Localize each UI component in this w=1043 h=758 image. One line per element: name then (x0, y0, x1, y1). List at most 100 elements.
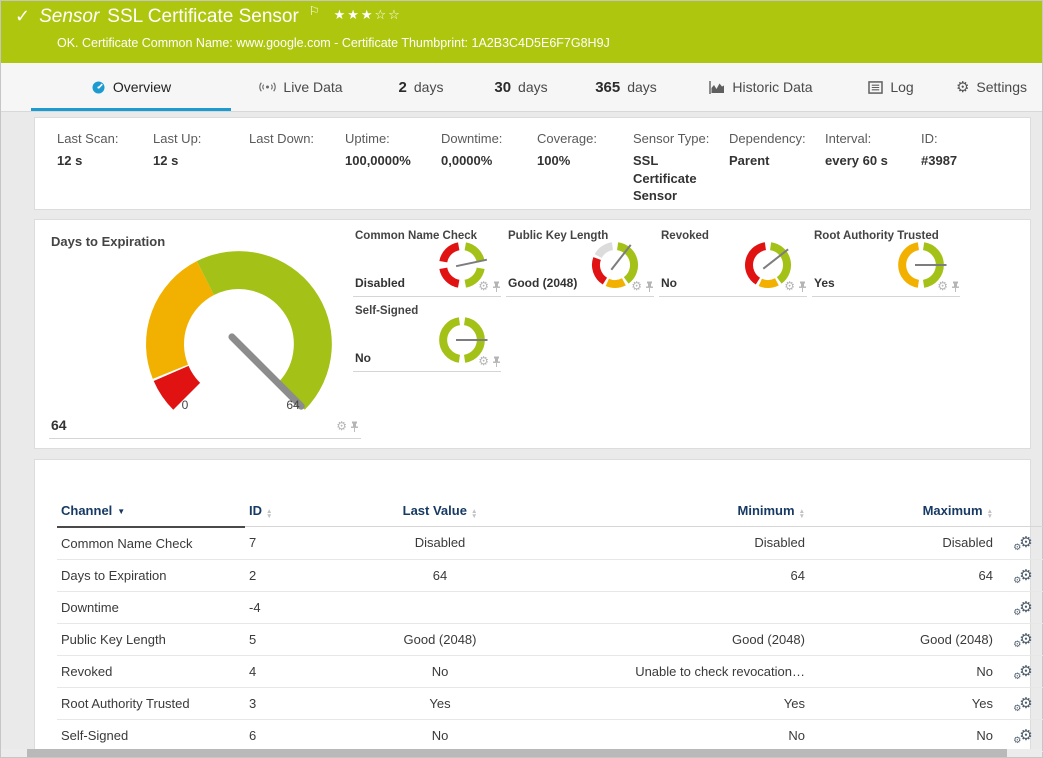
column-label: ID (249, 503, 262, 518)
column-header-min[interactable]: Minimum▲▼ (539, 498, 809, 527)
gear-icon[interactable]: ⚙ (336, 420, 347, 432)
table-row: Common Name Check7DisabledDisabledDisabl… (57, 527, 1043, 560)
info-label: ID: (921, 131, 1017, 146)
sort-icon: ▲▼ (266, 509, 272, 519)
cell-id: 3 (245, 687, 341, 719)
sort-icon: ▲▼ (987, 509, 993, 519)
horizontal-scrollbar[interactable] (1, 749, 1042, 757)
info-value: 12 s (57, 152, 137, 170)
cell-id: 4 (245, 655, 341, 687)
channel-settings-icon[interactable]: ⚙⚙ (1019, 632, 1032, 647)
gauge-actions: ⚙ (336, 420, 359, 432)
table-row: Days to Expiration2646464⚙⚙ (57, 559, 1043, 591)
cell-minimum: Disabled (539, 527, 809, 560)
info-label: Uptime: (345, 131, 441, 146)
scale-end-label: 64 (286, 398, 300, 412)
small-gauge-title: Self-Signed (355, 305, 418, 317)
scale-start-label: 0 (182, 398, 189, 412)
column-header-id[interactable]: ID ▲▼ (245, 498, 341, 527)
gauge-actions: ⚙ (937, 280, 960, 292)
chart-icon (709, 81, 725, 94)
gear-icon[interactable]: ⚙ (478, 355, 489, 367)
cell-minimum: Yes (539, 687, 809, 719)
tab-log[interactable]: Log (841, 63, 941, 111)
main-gauge-value: 64 (51, 417, 67, 433)
cell-maximum: 64 (809, 559, 997, 591)
column-header-channel[interactable]: Channel▼ (57, 498, 245, 527)
info-label: Last Scan: (57, 131, 153, 146)
gear-icon[interactable]: ⚙ (478, 280, 489, 292)
table-row: Revoked4NoUnable to check revocation…No⚙… (57, 655, 1043, 687)
table-row: Downtime-4 ⚙⚙ (57, 591, 1043, 623)
channel-settings-icon[interactable]: ⚙⚙ (1019, 664, 1032, 679)
channel-settings-icon[interactable]: ⚙⚙ (1019, 728, 1032, 743)
column-header-max[interactable]: Maximum▲▼ (809, 498, 997, 527)
cell-id: 2 (245, 559, 341, 591)
channel-settings-icon[interactable]: ⚙⚙ (1019, 535, 1032, 550)
cell-channel: Downtime (57, 591, 245, 623)
gear-icon[interactable]: ⚙ (937, 280, 948, 292)
tab-30-days[interactable]: 30 days (471, 63, 571, 111)
channel-settings-icon[interactable]: ⚙⚙ (1019, 696, 1032, 711)
cell-channel: Root Authority Trusted (57, 687, 245, 719)
info-item: Sensor Type:SSL Certificate Sensor (633, 131, 729, 209)
info-value: 12 s (153, 152, 233, 170)
small-gauge-value: Disabled (355, 276, 405, 290)
info-item: Coverage:100% (537, 131, 633, 209)
info-item: ID:#3987 (921, 131, 1017, 209)
cell-maximum: No (809, 655, 997, 687)
tab-overview[interactable]: Overview (31, 63, 231, 111)
tab-bar: OverviewLive Data2days30days365daysHisto… (1, 63, 1042, 112)
main-gauge-days-to-expiration: Days to Expiration 064 64 ⚙ (49, 232, 361, 439)
pin-icon[interactable] (492, 356, 501, 367)
tab-live-data[interactable]: Live Data (231, 63, 371, 111)
info-bar: Last Scan:12 sLast Up:12 sLast Down:Upti… (34, 117, 1031, 210)
table-row: Root Authority Trusted3YesYesYes⚙⚙ (57, 687, 1043, 719)
pin-icon[interactable] (492, 281, 501, 292)
tab-number: 30 (494, 79, 511, 96)
cell-minimum: No (539, 719, 809, 751)
tab-2-days[interactable]: 2days (371, 63, 471, 111)
cell-minimum: Good (2048) (539, 623, 809, 655)
pin-icon[interactable] (350, 421, 359, 432)
info-label: Sensor Type: (633, 131, 729, 146)
tab-label: Overview (113, 79, 171, 95)
tab-365-days[interactable]: 365days (571, 63, 681, 111)
info-value: 100% (537, 152, 617, 170)
tab-settings[interactable]: ⚙Settings (941, 63, 1042, 111)
gauge-actions: ⚙ (478, 280, 501, 292)
column-label: Last Value (403, 503, 467, 518)
pin-icon[interactable] (645, 281, 654, 292)
priority-stars[interactable]: ★★★☆☆ (334, 7, 402, 23)
cell-id: -4 (245, 591, 341, 623)
cell-channel: Revoked (57, 655, 245, 687)
column-header-last[interactable]: Last Value ▲▼ (341, 498, 539, 527)
pin-icon[interactable] (951, 281, 960, 292)
channel-settings-icon[interactable]: ⚙⚙ (1019, 600, 1032, 615)
pin-icon[interactable] (798, 281, 807, 292)
info-value: 100,0000% (345, 152, 425, 170)
column-label: Minimum (738, 503, 795, 518)
cell-maximum: Good (2048) (809, 623, 997, 655)
flag-icon[interactable]: ⚐ (309, 4, 320, 18)
cell-maximum (809, 591, 997, 623)
gear-icon[interactable]: ⚙ (631, 280, 642, 292)
cell-last-value (341, 591, 539, 623)
sort-icon: ▲▼ (471, 509, 477, 519)
info-label: Downtime: (441, 131, 537, 146)
gear-icon[interactable]: ⚙ (784, 280, 795, 292)
table-row: Public Key Length5Good (2048)Good (2048)… (57, 623, 1043, 655)
tab-label: days (414, 79, 444, 95)
info-item: Interval:every 60 s (825, 131, 921, 209)
info-value: Parent (729, 152, 809, 170)
tab-label: days (627, 79, 657, 95)
tab-historic-data[interactable]: Historic Data (681, 63, 841, 111)
sensor-kind-label: Sensor (39, 6, 99, 28)
cell-id: 6 (245, 719, 341, 751)
channel-settings-icon[interactable]: ⚙⚙ (1019, 568, 1032, 583)
tab-label: days (518, 79, 548, 95)
table-body: Common Name Check7DisabledDisabledDisabl… (57, 527, 1043, 752)
info-value: every 60 s (825, 152, 905, 170)
horizontal-scrollbar-thumb[interactable] (27, 749, 1007, 757)
cell-id: 7 (245, 527, 341, 560)
